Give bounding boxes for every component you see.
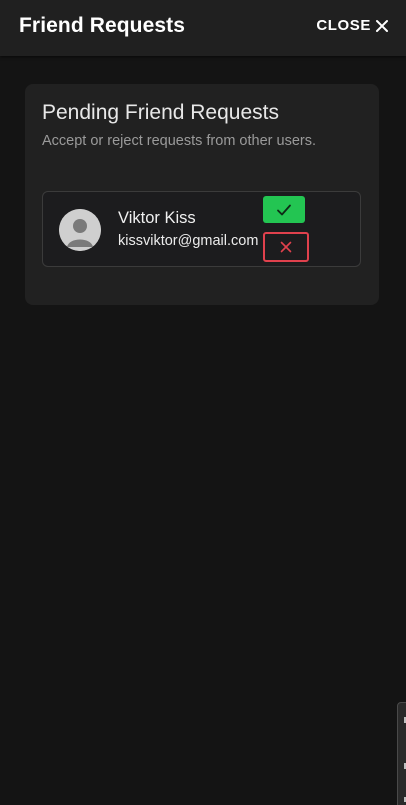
friend-requests-screen: Friend Requests CLOSE Pending Friend Req… <box>0 0 406 805</box>
accept-request-button[interactable] <box>263 196 305 223</box>
card-subtitle: Accept or reject requests from other use… <box>42 133 316 149</box>
edge-scroll-widget[interactable] <box>397 702 406 805</box>
reject-request-button[interactable] <box>263 232 309 262</box>
app-header: Friend Requests CLOSE <box>0 0 406 56</box>
close-button[interactable]: CLOSE <box>316 17 389 34</box>
card-title: Pending Friend Requests <box>42 101 279 124</box>
check-icon <box>277 204 291 215</box>
requester-email: kissviktor@gmail.com <box>118 233 259 249</box>
close-icon <box>375 19 389 33</box>
page-title: Friend Requests <box>19 14 186 37</box>
friend-request-item: Viktor Kiss kissviktor@gmail.com <box>42 191 361 267</box>
avatar <box>59 209 101 251</box>
pending-requests-card: Pending Friend Requests Accept or reject… <box>25 84 379 305</box>
x-icon <box>280 241 292 253</box>
requester-name: Viktor Kiss <box>118 209 196 227</box>
close-label: CLOSE <box>316 17 371 34</box>
default-user-avatar-icon <box>59 209 101 251</box>
